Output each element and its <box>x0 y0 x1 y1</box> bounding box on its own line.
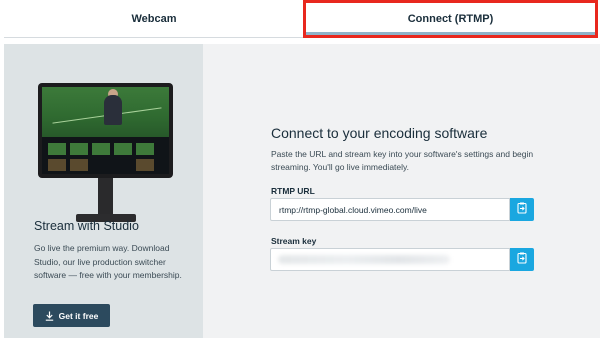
encoder-panel <box>203 44 600 338</box>
monitor-frame <box>38 83 173 178</box>
tab-connect-rtmp-label: Connect (RTMP) <box>407 13 494 25</box>
tab-webcam-label: Webcam <box>131 12 177 25</box>
studio-title: Stream with Studio <box>34 219 139 233</box>
copy-icon <box>517 202 527 217</box>
tab-bar: Webcam Connect (RTMP) <box>0 0 600 38</box>
tab-connect-rtmp[interactable]: Connect (RTMP) <box>303 0 598 38</box>
stream-key-redacted <box>278 255 450 264</box>
active-tab-indicator <box>306 32 595 35</box>
monitor-stand <box>98 178 113 216</box>
get-it-free-button[interactable]: Get it free <box>33 304 110 327</box>
encoder-description: Paste the URL and stream key into your s… <box>271 149 534 172</box>
monitor-screen <box>42 87 169 174</box>
studio-description: Go live the premium way. Download Studio… <box>34 243 182 280</box>
copy-rtmp-url-button[interactable] <box>510 198 534 221</box>
get-it-free-label: Get it free <box>58 310 99 321</box>
studio-monitor-illustration <box>38 83 173 233</box>
stream-key-label: Stream key <box>271 236 317 246</box>
rtmp-url-label: RTMP URL <box>271 186 315 196</box>
studio-promo-panel: Stream with Studio Go live the premium w… <box>4 44 203 338</box>
tab-webcam[interactable]: Webcam <box>4 0 304 38</box>
download-icon <box>45 311 54 321</box>
copy-stream-key-button[interactable] <box>510 248 534 271</box>
rtmp-url-field[interactable] <box>270 198 510 221</box>
copy-icon <box>517 252 527 267</box>
encoder-heading: Connect to your encoding software <box>271 125 488 141</box>
